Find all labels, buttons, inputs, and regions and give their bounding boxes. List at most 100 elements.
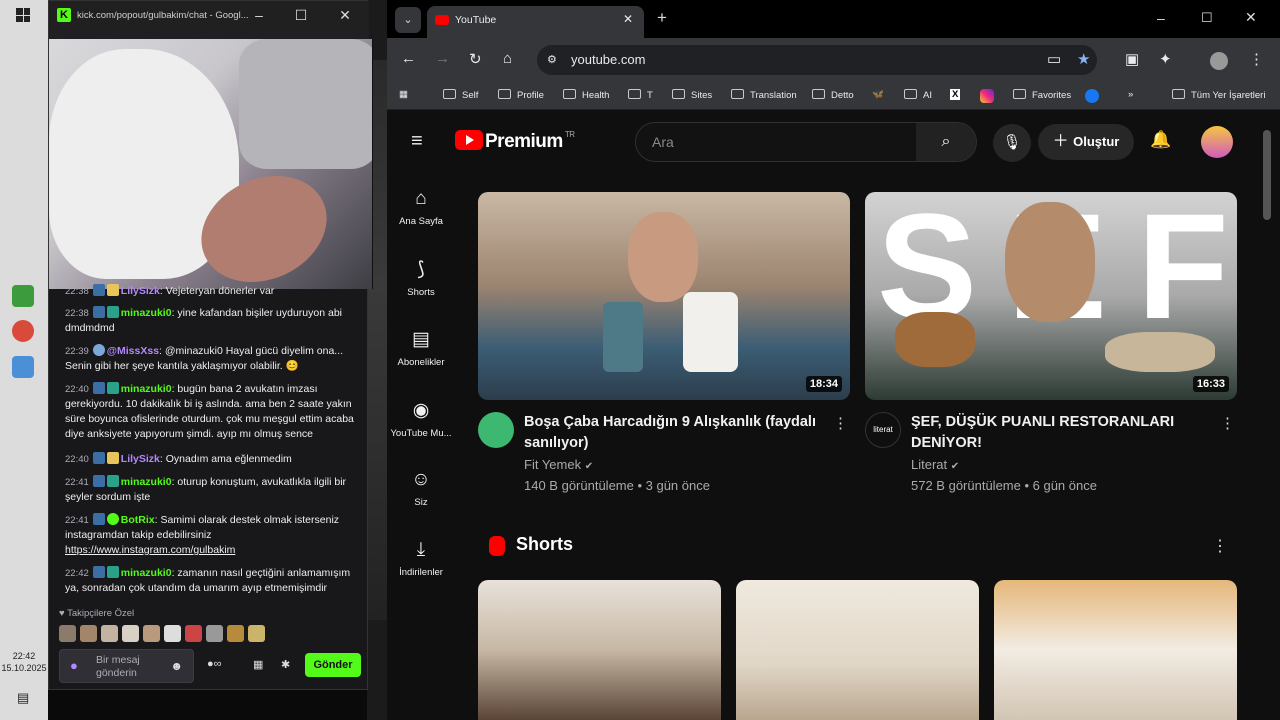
profile-avatar[interactable] bbox=[1210, 52, 1228, 70]
search-icon[interactable]: ⌕ bbox=[916, 123, 976, 161]
gear-icon[interactable]: ✱ bbox=[281, 658, 290, 671]
emote-icon[interactable] bbox=[227, 625, 244, 642]
youtube-logo[interactable]: Premium TR bbox=[455, 130, 575, 153]
instagram-link[interactable]: https://www.instagram.com/gulbakim bbox=[65, 544, 235, 556]
channel-avatar[interactable] bbox=[478, 412, 514, 448]
close-button[interactable]: ✕ bbox=[1245, 9, 1257, 26]
stream-video-overlay[interactable] bbox=[49, 39, 373, 289]
shorts-section-title: Shorts bbox=[516, 534, 574, 554]
bookmark-folder[interactable]: Health bbox=[563, 89, 609, 101]
mic-icon[interactable]: ● bbox=[70, 658, 78, 673]
instagram-icon[interactable] bbox=[980, 89, 994, 103]
video-thumbnail[interactable]: ŞEF 16:33 bbox=[865, 192, 1237, 400]
emote-icon[interactable] bbox=[59, 625, 76, 642]
address-bar[interactable]: ⚙ youtube.com bbox=[537, 45, 1097, 75]
all-bookmarks-folder[interactable]: Tüm Yer İşaretleri bbox=[1172, 89, 1265, 101]
x-icon[interactable]: X bbox=[950, 89, 961, 100]
more-bookmarks-icon[interactable]: » bbox=[1128, 89, 1133, 100]
search-input[interactable]: Ara ⌕ bbox=[635, 122, 977, 162]
minimize-button[interactable]: – bbox=[237, 1, 281, 29]
emote-icon[interactable] bbox=[143, 625, 160, 642]
chat-message-input[interactable]: ● Bir mesaj gönderin ☻ bbox=[59, 649, 194, 683]
user-icon: ☺ bbox=[411, 469, 431, 490]
emote-icon[interactable] bbox=[206, 625, 223, 642]
close-tab-icon[interactable]: ✕ bbox=[623, 6, 633, 32]
chat-window-title: kick.com/popout/gulbakim/chat - Googl... bbox=[77, 9, 249, 21]
video-card[interactable]: ŞEF 16:33 literat ŞEF, DÜŞÜK PUANLI REST… bbox=[865, 192, 1237, 493]
bookmark-folder[interactable]: Self bbox=[443, 89, 478, 101]
close-button[interactable]: ✕ bbox=[323, 1, 367, 29]
emote-icon[interactable] bbox=[122, 625, 139, 642]
store-icon[interactable]: ▦ bbox=[253, 658, 263, 671]
short-thumbnail[interactable] bbox=[736, 580, 979, 720]
notification-icon[interactable]: ▤ bbox=[17, 690, 29, 706]
bookmark-folder[interactable]: Favorites bbox=[1013, 89, 1071, 101]
bookmark-folder[interactable]: Detto bbox=[812, 89, 854, 101]
sidebar-item-you[interactable]: ☺ Siz bbox=[387, 469, 455, 508]
search-placeholder: Ara bbox=[652, 134, 674, 150]
cast-icon[interactable]: ▭ bbox=[1047, 50, 1061, 68]
site-settings-icon[interactable]: ⚙ bbox=[547, 45, 557, 75]
video-thumbnail[interactable]: 18:34 bbox=[478, 192, 850, 400]
sidebar-item-home[interactable]: ⌂ Ana Sayfa bbox=[387, 188, 455, 227]
bluesky-icon[interactable]: 🦋 bbox=[872, 89, 884, 100]
extensions-icon[interactable]: ✦ bbox=[1159, 50, 1172, 68]
points-icon[interactable]: ●∞ bbox=[207, 658, 222, 670]
tab-group-icon[interactable]: ▣ bbox=[1125, 50, 1139, 68]
bookmark-folder[interactable]: T bbox=[628, 89, 653, 101]
emote-icon[interactable] bbox=[248, 625, 265, 642]
video-title[interactable]: ŞEF, DÜŞÜK PUANLI RESTORANLARI DENİYOR! bbox=[911, 412, 1211, 454]
chat-message: 22:41 minazuki0: oturup konuştum, avukatl… bbox=[65, 475, 347, 503]
maximize-button[interactable]: ☐ bbox=[1201, 10, 1213, 26]
scrollbar[interactable] bbox=[1263, 130, 1271, 220]
more-options-icon[interactable]: ⋮ bbox=[1220, 414, 1235, 432]
tab-youtube[interactable]: YouTube ✕ bbox=[427, 6, 644, 38]
short-thumbnail[interactable] bbox=[478, 580, 721, 720]
back-icon[interactable]: ← bbox=[401, 50, 416, 67]
voice-search-icon[interactable]: 🎙 bbox=[993, 124, 1031, 162]
emoji-icon[interactable]: ☻ bbox=[170, 659, 183, 673]
channel-name[interactable]: Fit Yemek ✔ bbox=[524, 457, 593, 472]
new-tab-icon[interactable]: + bbox=[657, 8, 667, 28]
plus-icon: ＋ bbox=[1052, 133, 1074, 150]
bookmark-star-icon[interactable]: ★ bbox=[1077, 50, 1090, 68]
sidebar-item-shorts[interactable]: ⟆ Shorts bbox=[387, 258, 455, 298]
emote-icon[interactable] bbox=[164, 625, 181, 642]
facebook-icon[interactable] bbox=[1085, 89, 1099, 103]
home-icon[interactable]: ⌂ bbox=[503, 50, 512, 67]
forward-icon[interactable]: → bbox=[435, 50, 450, 67]
bookmark-folder[interactable]: AI bbox=[904, 89, 932, 101]
more-options-icon[interactable]: ⋮ bbox=[833, 414, 848, 432]
menu-icon[interactable]: ⋮ bbox=[1249, 50, 1264, 68]
bookmark-folder[interactable]: Profile bbox=[498, 89, 544, 101]
app-icon[interactable] bbox=[12, 285, 34, 307]
apps-icon[interactable]: ▦ bbox=[399, 89, 408, 100]
sidebar-item-downloads[interactable]: ⤓ İndirilenler bbox=[387, 539, 455, 578]
clock[interactable]: 22:42 15.10.2025 bbox=[0, 650, 48, 674]
sidebar-item-youtube-music[interactable]: ◉ YouTube Mu... bbox=[387, 399, 455, 439]
create-button[interactable]: ＋ Oluştur bbox=[1038, 124, 1134, 160]
reload-icon[interactable]: ↻ bbox=[469, 50, 482, 68]
video-card[interactable]: 18:34 Boşa Çaba Harcadığın 9 Alışkanlık … bbox=[478, 192, 850, 493]
notifications-bell-icon[interactable]: 🔔 bbox=[1150, 130, 1171, 150]
short-thumbnail[interactable] bbox=[994, 580, 1237, 720]
app-icon[interactable] bbox=[12, 356, 34, 378]
maximize-button[interactable]: ☐ bbox=[279, 1, 323, 29]
bookmark-folder[interactable]: Translation bbox=[731, 89, 797, 101]
tab-search-icon[interactable]: ⌄ bbox=[395, 7, 421, 33]
emote-icon[interactable] bbox=[101, 625, 118, 642]
app-icon[interactable] bbox=[12, 320, 34, 342]
account-avatar[interactable] bbox=[1201, 126, 1233, 158]
minimize-button[interactable]: – bbox=[1157, 10, 1165, 26]
emote-icon[interactable] bbox=[185, 625, 202, 642]
more-options-icon[interactable]: ⋮ bbox=[1212, 536, 1228, 556]
windows-start-icon[interactable] bbox=[16, 8, 30, 22]
bookmark-folder[interactable]: Sites bbox=[672, 89, 712, 101]
channel-avatar[interactable]: literat bbox=[865, 412, 901, 448]
channel-name[interactable]: Literat ✔ bbox=[911, 457, 959, 472]
video-title[interactable]: Boşa Çaba Harcadığın 9 Alışkanlık (fayda… bbox=[524, 412, 824, 454]
hamburger-menu-icon[interactable]: ≡ bbox=[411, 130, 423, 153]
sidebar-item-subscriptions[interactable]: ▤ Abonelikler bbox=[387, 328, 455, 368]
send-button[interactable]: Gönder bbox=[305, 653, 361, 677]
emote-icon[interactable] bbox=[80, 625, 97, 642]
